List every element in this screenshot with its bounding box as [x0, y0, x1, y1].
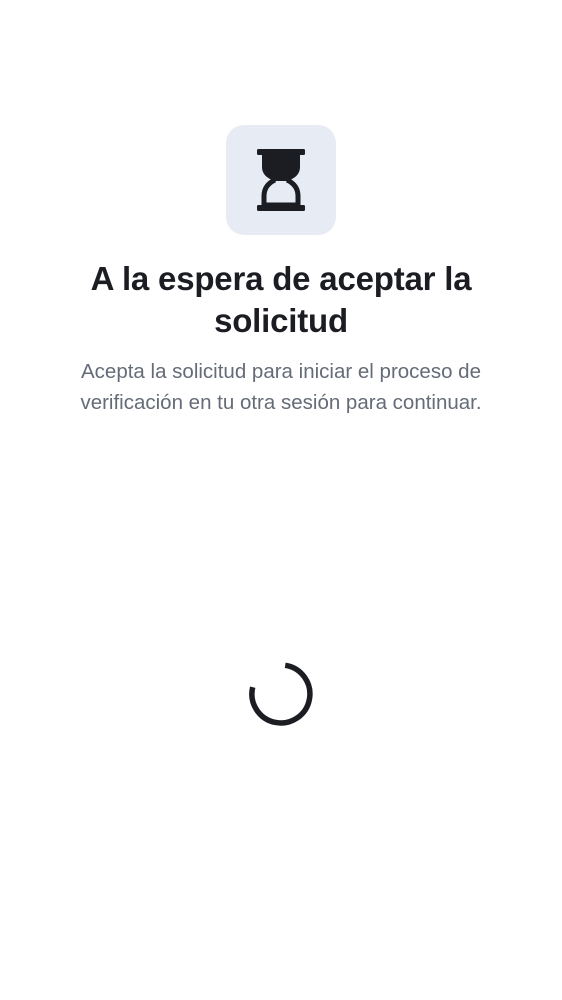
waiting-icon-tile: [226, 125, 336, 235]
page-description: Acepta la solicitud para iniciar el proc…: [80, 360, 482, 414]
page-title: A la espera de aceptar la solicitud: [90, 260, 472, 339]
hourglass-icon: [257, 149, 305, 211]
loading-spinner-icon: [249, 662, 313, 726]
